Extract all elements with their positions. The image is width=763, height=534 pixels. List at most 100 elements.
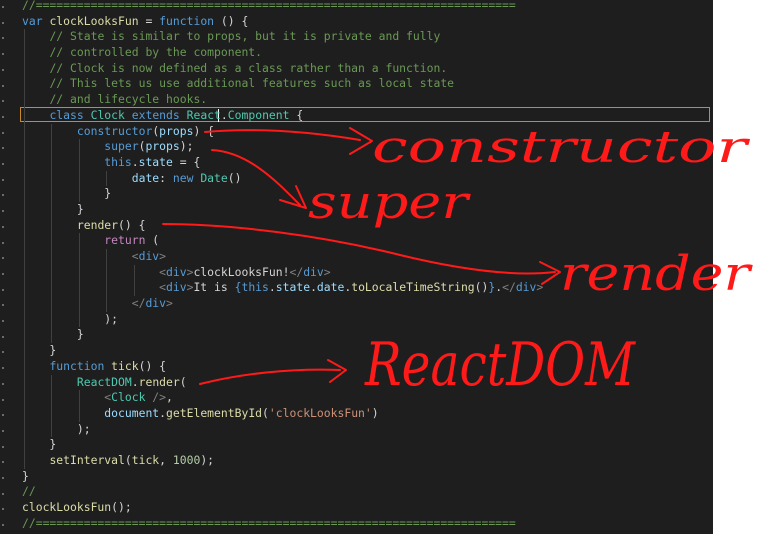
code-token: constructor (76, 123, 153, 138)
code-token: //======================================… (22, 515, 516, 530)
indent-guide (51, 201, 53, 218)
code-token: React (186, 107, 221, 122)
code-line[interactable]: // (22, 484, 543, 500)
indent-guide (24, 201, 25, 218)
code-line[interactable]: constructor(props) { (22, 123, 543, 140)
code-line[interactable]: date: new Date() (22, 170, 543, 187)
code-line[interactable]: // Clock is now defined as a class rathe… (22, 60, 543, 77)
indent-guide (78, 249, 80, 265)
code-line[interactable]: class Clock extends React.Component { (22, 107, 543, 124)
code-token: ); (200, 452, 215, 467)
code-token: ) (371, 405, 379, 420)
code-token: () (474, 280, 489, 295)
code-line[interactable]: <div>clockLooksFun!</div> (22, 264, 543, 281)
code-line[interactable]: setInterval(tick, 1000); (22, 452, 543, 469)
code-token: : (159, 170, 173, 185)
code-token: ReactDOM (76, 374, 132, 389)
indent-guide (24, 249, 25, 265)
code-token: () { (138, 358, 167, 373)
code-line[interactable]: // This lets us use additional features … (22, 76, 543, 93)
gutter-marker (2, 445, 4, 448)
indent-guide (78, 154, 80, 171)
code-content[interactable]: //======================================… (22, 0, 543, 531)
code-token: = { (172, 154, 201, 169)
code-line[interactable]: ); (22, 421, 543, 438)
gutter-marker (2, 6, 4, 8)
code-line[interactable]: // State is similar to props, but it is … (22, 29, 543, 46)
code-token: super (104, 139, 139, 154)
indent-guide (51, 296, 53, 312)
indent-guide (24, 217, 25, 234)
code-line[interactable]: ReactDOM.render( (22, 374, 543, 391)
code-token: this (241, 280, 269, 295)
code-line[interactable]: } (22, 469, 543, 485)
code-line[interactable]: document.getElementById('clockLooksFun') (22, 405, 543, 422)
indent-guide (24, 343, 25, 359)
code-token: Date (200, 170, 228, 185)
gutter-marker (2, 414, 4, 417)
code-token: > (166, 296, 173, 311)
code-line[interactable]: render() { (22, 217, 543, 234)
gutter-marker (2, 257, 4, 260)
indent-guide (51, 405, 53, 422)
code-line[interactable]: // controlled by the component. (22, 45, 543, 61)
code-line[interactable]: <Clock />, (22, 390, 543, 406)
code-line[interactable]: return ( (22, 233, 543, 249)
indent-guide (78, 280, 80, 297)
code-line[interactable]: function tick() { (22, 358, 543, 375)
gutter-marker (2, 508, 4, 511)
code-line[interactable]: } (22, 327, 543, 344)
indent-guide (51, 280, 53, 297)
code-line[interactable]: } (22, 201, 543, 218)
indent-guide (106, 280, 108, 297)
code-token: //======================================… (22, 0, 516, 12)
indent-guide (51, 139, 53, 155)
code-token: (); (111, 500, 132, 514)
code-line[interactable]: } (22, 186, 543, 202)
code-token: ( (124, 452, 132, 467)
indent-guide (51, 249, 53, 265)
code-token: } (22, 201, 84, 216)
code-token: 1000 (172, 452, 201, 467)
gutter-marker (2, 272, 4, 275)
gutter-marker (2, 241, 4, 244)
code-token: div (303, 264, 324, 279)
code-line[interactable]: //======================================… (22, 0, 543, 14)
gutter-marker (2, 68, 4, 71)
code-line[interactable]: </div> (22, 296, 543, 312)
code-line[interactable]: this.state = { (22, 154, 543, 171)
code-token: this (104, 154, 132, 169)
code-line[interactable]: <div>It is {this.state.date.toLocaleTime… (22, 280, 543, 297)
code-line[interactable]: ); (22, 311, 543, 328)
code-token: } (22, 343, 57, 358)
indent-guide (51, 421, 53, 438)
indent-guide (24, 233, 25, 249)
gutter-marker (2, 194, 4, 197)
code-line[interactable]: <div> (22, 249, 543, 265)
code-editor[interactable]: //======================================… (0, 0, 713, 534)
code-token: clockLooksFun (22, 500, 112, 514)
code-token: // and lifecycle hooks. (49, 92, 208, 107)
indent-guide (24, 264, 25, 281)
code-token: date (316, 280, 345, 295)
code-token: extends (131, 107, 187, 122)
code-line[interactable]: // and lifecycle hooks. (22, 92, 543, 108)
code-line[interactable]: } (22, 343, 543, 359)
code-line[interactable]: //======================================… (22, 516, 543, 532)
code-line[interactable]: super(props); (22, 139, 543, 155)
code-line[interactable]: clockLooksFun(); (22, 500, 543, 516)
code-token: ) { (193, 123, 215, 138)
code-token: () (227, 170, 242, 185)
code-line[interactable]: var clockLooksFun = function () { (22, 14, 543, 30)
code-token: { (289, 107, 304, 122)
code-token: div (166, 264, 187, 279)
code-line[interactable]: } (22, 437, 543, 453)
code-token: Clock (111, 390, 146, 405)
